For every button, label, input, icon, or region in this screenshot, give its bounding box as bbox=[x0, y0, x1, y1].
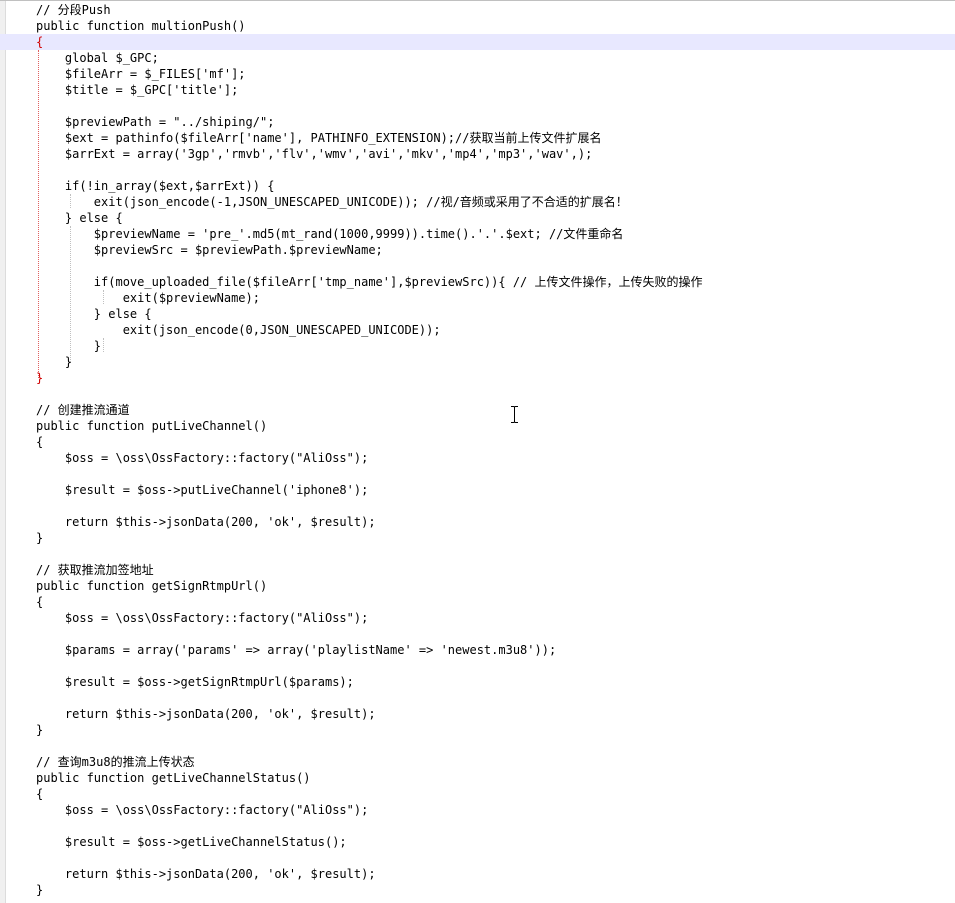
code-line: // 分段Push bbox=[36, 3, 111, 17]
code-line: $params = array('params' => array('playl… bbox=[36, 643, 557, 657]
code-line: return $this->jsonData(200, 'ok', $resul… bbox=[36, 867, 376, 881]
code-line: } bbox=[36, 531, 44, 545]
code-line: return $this->jsonData(200, 'ok', $resul… bbox=[36, 515, 376, 529]
code-line: $result = $oss->putLiveChannel('iphone8'… bbox=[36, 483, 369, 497]
code-line: } bbox=[36, 339, 102, 353]
code-line: { bbox=[36, 787, 44, 801]
code-line: $result = $oss->getSignRtmpUrl($params); bbox=[36, 675, 354, 689]
code-line-current: { bbox=[0, 34, 955, 50]
code-line: $previewName = 'pre_'.md5(mt_rand(1000,9… bbox=[36, 227, 624, 241]
matched-brace: } bbox=[36, 371, 44, 385]
code-line: } bbox=[36, 723, 44, 737]
code-line: } bbox=[36, 883, 44, 897]
code-line: } bbox=[36, 355, 73, 369]
matched-brace: { bbox=[36, 35, 44, 49]
code-line: $oss = \oss\OssFactory::factory("AliOss"… bbox=[36, 451, 369, 465]
code-area[interactable]: // 分段Push public function multionPush() … bbox=[0, 2, 955, 898]
code-line: $title = $_GPC['title']; bbox=[36, 83, 239, 97]
code-line: public function putLiveChannel() bbox=[36, 419, 268, 433]
code-line: $oss = \oss\OssFactory::factory("AliOss"… bbox=[36, 803, 369, 817]
code-line: $previewSrc = $previewPath.$previewName; bbox=[36, 243, 383, 257]
code-line: global $_GPC; bbox=[36, 51, 159, 65]
code-line: public function getLiveChannelStatus() bbox=[36, 771, 311, 785]
code-line: $fileArr = $_FILES['mf']; bbox=[36, 67, 246, 81]
code-line: if(!in_array($ext,$arrExt)) { bbox=[36, 179, 275, 193]
ibeam-cursor-icon bbox=[511, 406, 518, 423]
code-line: } else { bbox=[36, 307, 152, 321]
code-line: $ext = pathinfo($fileArr['name'], PATHIN… bbox=[36, 131, 602, 145]
code-line: $arrExt = array('3gp','rmvb','flv','wmv'… bbox=[36, 147, 593, 161]
code-line: $oss = \oss\OssFactory::factory("AliOss"… bbox=[36, 611, 369, 625]
code-line: } else { bbox=[36, 211, 123, 225]
code-line: if(move_uploaded_file($fileArr['tmp_name… bbox=[36, 275, 703, 289]
code-editor[interactable]: // 分段Push public function multionPush() … bbox=[0, 0, 955, 903]
code-line: // 查询m3u8的推流上传状态 bbox=[36, 755, 195, 769]
code-line: } bbox=[0, 370, 955, 386]
code-line: $previewPath = "../shiping/"; bbox=[36, 115, 275, 129]
code-line: { bbox=[36, 595, 44, 609]
code-line: public function multionPush() bbox=[36, 19, 246, 33]
code-line: // 获取推流加签地址 bbox=[36, 563, 154, 577]
code-line: exit($previewName); bbox=[36, 291, 260, 305]
code-line: // 创建推流通道 bbox=[36, 403, 130, 417]
code-line: { bbox=[36, 435, 44, 449]
code-line: public function getSignRtmpUrl() bbox=[36, 579, 268, 593]
code-line: return $this->jsonData(200, 'ok', $resul… bbox=[36, 707, 376, 721]
code-line: exit(json_encode(0,JSON_UNESCAPED_UNICOD… bbox=[36, 323, 441, 337]
code-line: exit(json_encode(-1,JSON_UNESCAPED_UNICO… bbox=[36, 195, 628, 209]
code-line: $result = $oss->getLiveChannelStatus(); bbox=[36, 835, 347, 849]
